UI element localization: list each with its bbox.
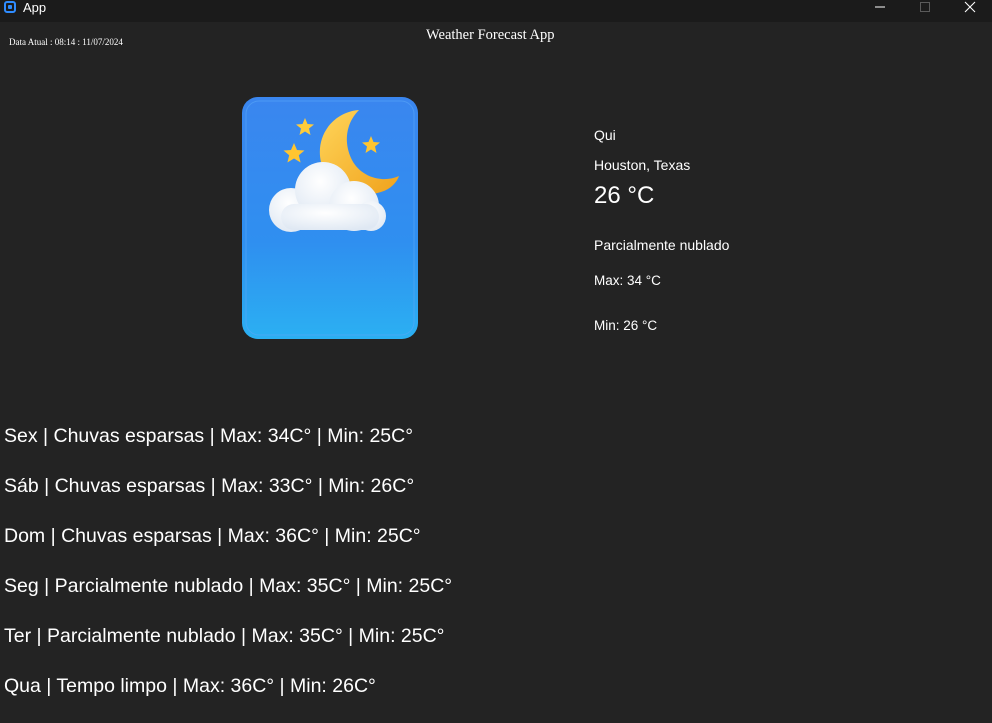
app-icon xyxy=(4,1,16,13)
forecast-list: Sex | Chuvas esparsas | Max: 34C° | Min:… xyxy=(4,423,452,723)
minimize-button[interactable] xyxy=(857,0,903,22)
forecast-item: Dom | Chuvas esparsas | Max: 36C° | Min:… xyxy=(4,525,421,547)
current-date-label: Data Atual : 08:14 : 11/07/2024 xyxy=(9,37,123,47)
current-condition: Parcialmente nublado xyxy=(594,237,730,253)
window-title: App xyxy=(23,0,47,15)
current-day: Qui xyxy=(594,127,616,143)
forecast-item: Qua | Tempo limpo | Max: 36C° | Min: 26C… xyxy=(4,675,376,697)
maximize-button[interactable] xyxy=(902,0,948,22)
window-titlebar: App xyxy=(0,0,992,22)
maximize-icon xyxy=(920,2,930,12)
forecast-item: Seg | Parcialmente nublado | Max: 35C° |… xyxy=(4,575,453,597)
forecast-item: Ter | Parcialmente nublado | Max: 35C° |… xyxy=(4,625,445,647)
current-max-temp: Max: 34 °C xyxy=(594,273,661,288)
current-location: Houston, Texas xyxy=(594,157,691,173)
current-temperature: 26 °C xyxy=(594,182,655,209)
app-heading: Weather Forecast App xyxy=(426,27,555,43)
forecast-item: Sex | Chuvas esparsas | Max: 34C° | Min:… xyxy=(4,425,414,447)
current-min-temp: Min: 26 °C xyxy=(594,318,658,333)
close-button[interactable] xyxy=(947,0,992,22)
forecast-item: Sáb | Chuvas esparsas | Max: 33C° | Min:… xyxy=(4,475,415,497)
moon-cloud-stars-icon xyxy=(241,96,419,340)
close-icon xyxy=(964,1,976,13)
minimize-icon xyxy=(875,6,885,8)
